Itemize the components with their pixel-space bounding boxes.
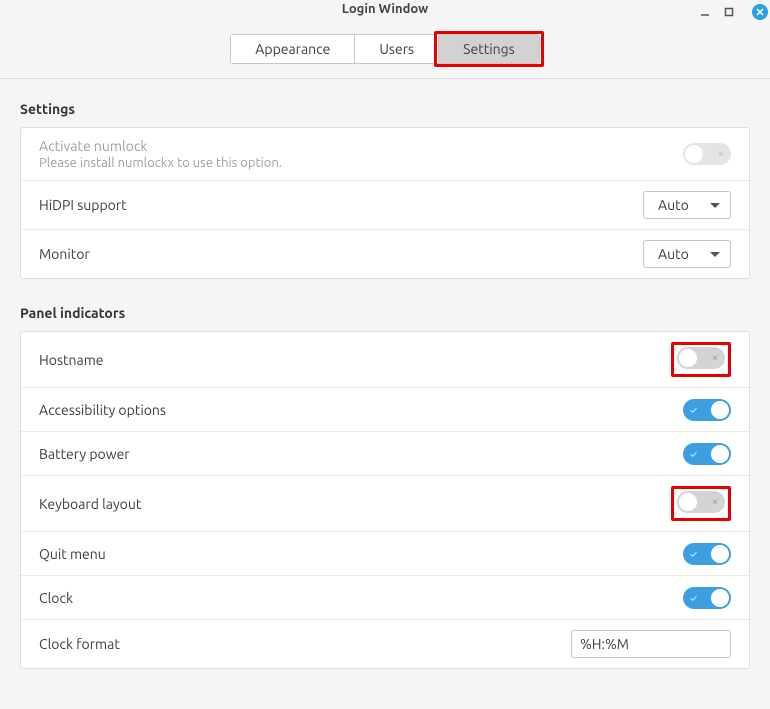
hidpi-label: HiDPI support [39, 197, 127, 213]
content-area: Settings Activate numlock Please install… [0, 79, 770, 709]
cross-icon: × [712, 352, 718, 364]
row-battery: Battery power ✓ [21, 432, 749, 476]
row-accessibility: Accessibility options ✓ [21, 388, 749, 432]
window-title: Login Window [0, 2, 770, 16]
titlebar: Login Window [0, 0, 770, 24]
monitor-value: Auto [658, 246, 689, 262]
keyboard-highlight: × [671, 486, 731, 521]
minimize-button[interactable] [698, 5, 712, 19]
quit-toggle[interactable]: ✓ [683, 543, 731, 565]
row-quit: Quit menu ✓ [21, 532, 749, 576]
numlock-hint: Please install numlockx to use this opti… [39, 156, 282, 170]
tab-group: Appearance Users Settings [230, 34, 539, 64]
panel-indicators-panel: Hostname × Accessibility options ✓ Batte… [20, 331, 750, 669]
numlock-toggle: × [683, 143, 731, 165]
hidpi-value: Auto [658, 197, 689, 213]
check-icon: ✓ [690, 404, 697, 415]
row-hidpi: HiDPI support Auto [21, 181, 749, 230]
toggle-knob [711, 401, 729, 419]
accessibility-toggle[interactable]: ✓ [683, 399, 731, 421]
quit-label: Quit menu [39, 546, 106, 562]
check-icon: ✓ [690, 592, 697, 603]
clock-label: Clock [39, 590, 73, 606]
close-button[interactable] [752, 4, 768, 20]
hostname-highlight: × [671, 342, 731, 377]
keyboard-toggle[interactable]: × [677, 491, 725, 513]
monitor-label: Monitor [39, 246, 90, 262]
maximize-button[interactable] [722, 5, 736, 19]
toggle-knob [711, 545, 729, 563]
check-icon: ✓ [690, 448, 697, 459]
row-clock: Clock ✓ [21, 576, 749, 620]
hidpi-dropdown[interactable]: Auto [643, 191, 731, 219]
row-clock-format: Clock format [21, 620, 749, 668]
row-monitor: Monitor Auto [21, 230, 749, 278]
toggle-knob [711, 445, 729, 463]
toggle-knob [685, 145, 703, 163]
battery-toggle[interactable]: ✓ [683, 443, 731, 465]
row-hostname: Hostname × [21, 332, 749, 388]
toggle-knob [679, 349, 697, 367]
cross-icon: × [718, 148, 724, 160]
toggle-knob [679, 493, 697, 511]
monitor-dropdown[interactable]: Auto [643, 240, 731, 268]
tab-settings[interactable]: Settings [439, 35, 539, 63]
tab-appearance[interactable]: Appearance [231, 35, 355, 63]
battery-label: Battery power [39, 446, 130, 462]
clock-toggle[interactable]: ✓ [683, 587, 731, 609]
window-controls [698, 0, 766, 24]
section-title-settings: Settings [20, 95, 750, 127]
chevron-down-icon [710, 203, 720, 208]
tab-bar: Appearance Users Settings [0, 24, 770, 79]
keyboard-label: Keyboard layout [39, 496, 141, 512]
numlock-label: Activate numlock [39, 138, 282, 154]
clock-format-input[interactable] [571, 630, 731, 658]
cross-icon: × [712, 496, 718, 508]
row-numlock: Activate numlock Please install numlockx… [21, 128, 749, 181]
row-numlock-text: Activate numlock Please install numlockx… [39, 138, 282, 170]
hostname-label: Hostname [39, 352, 104, 368]
accessibility-label: Accessibility options [39, 402, 166, 418]
row-keyboard: Keyboard layout × [21, 476, 749, 532]
tab-users[interactable]: Users [355, 35, 439, 63]
clock-format-label: Clock format [39, 636, 120, 652]
toggle-knob [711, 589, 729, 607]
hostname-toggle[interactable]: × [677, 347, 725, 369]
settings-panel: Activate numlock Please install numlockx… [20, 127, 750, 279]
section-title-panel-indicators: Panel indicators [20, 299, 750, 331]
check-icon: ✓ [690, 548, 697, 559]
chevron-down-icon [710, 252, 720, 257]
